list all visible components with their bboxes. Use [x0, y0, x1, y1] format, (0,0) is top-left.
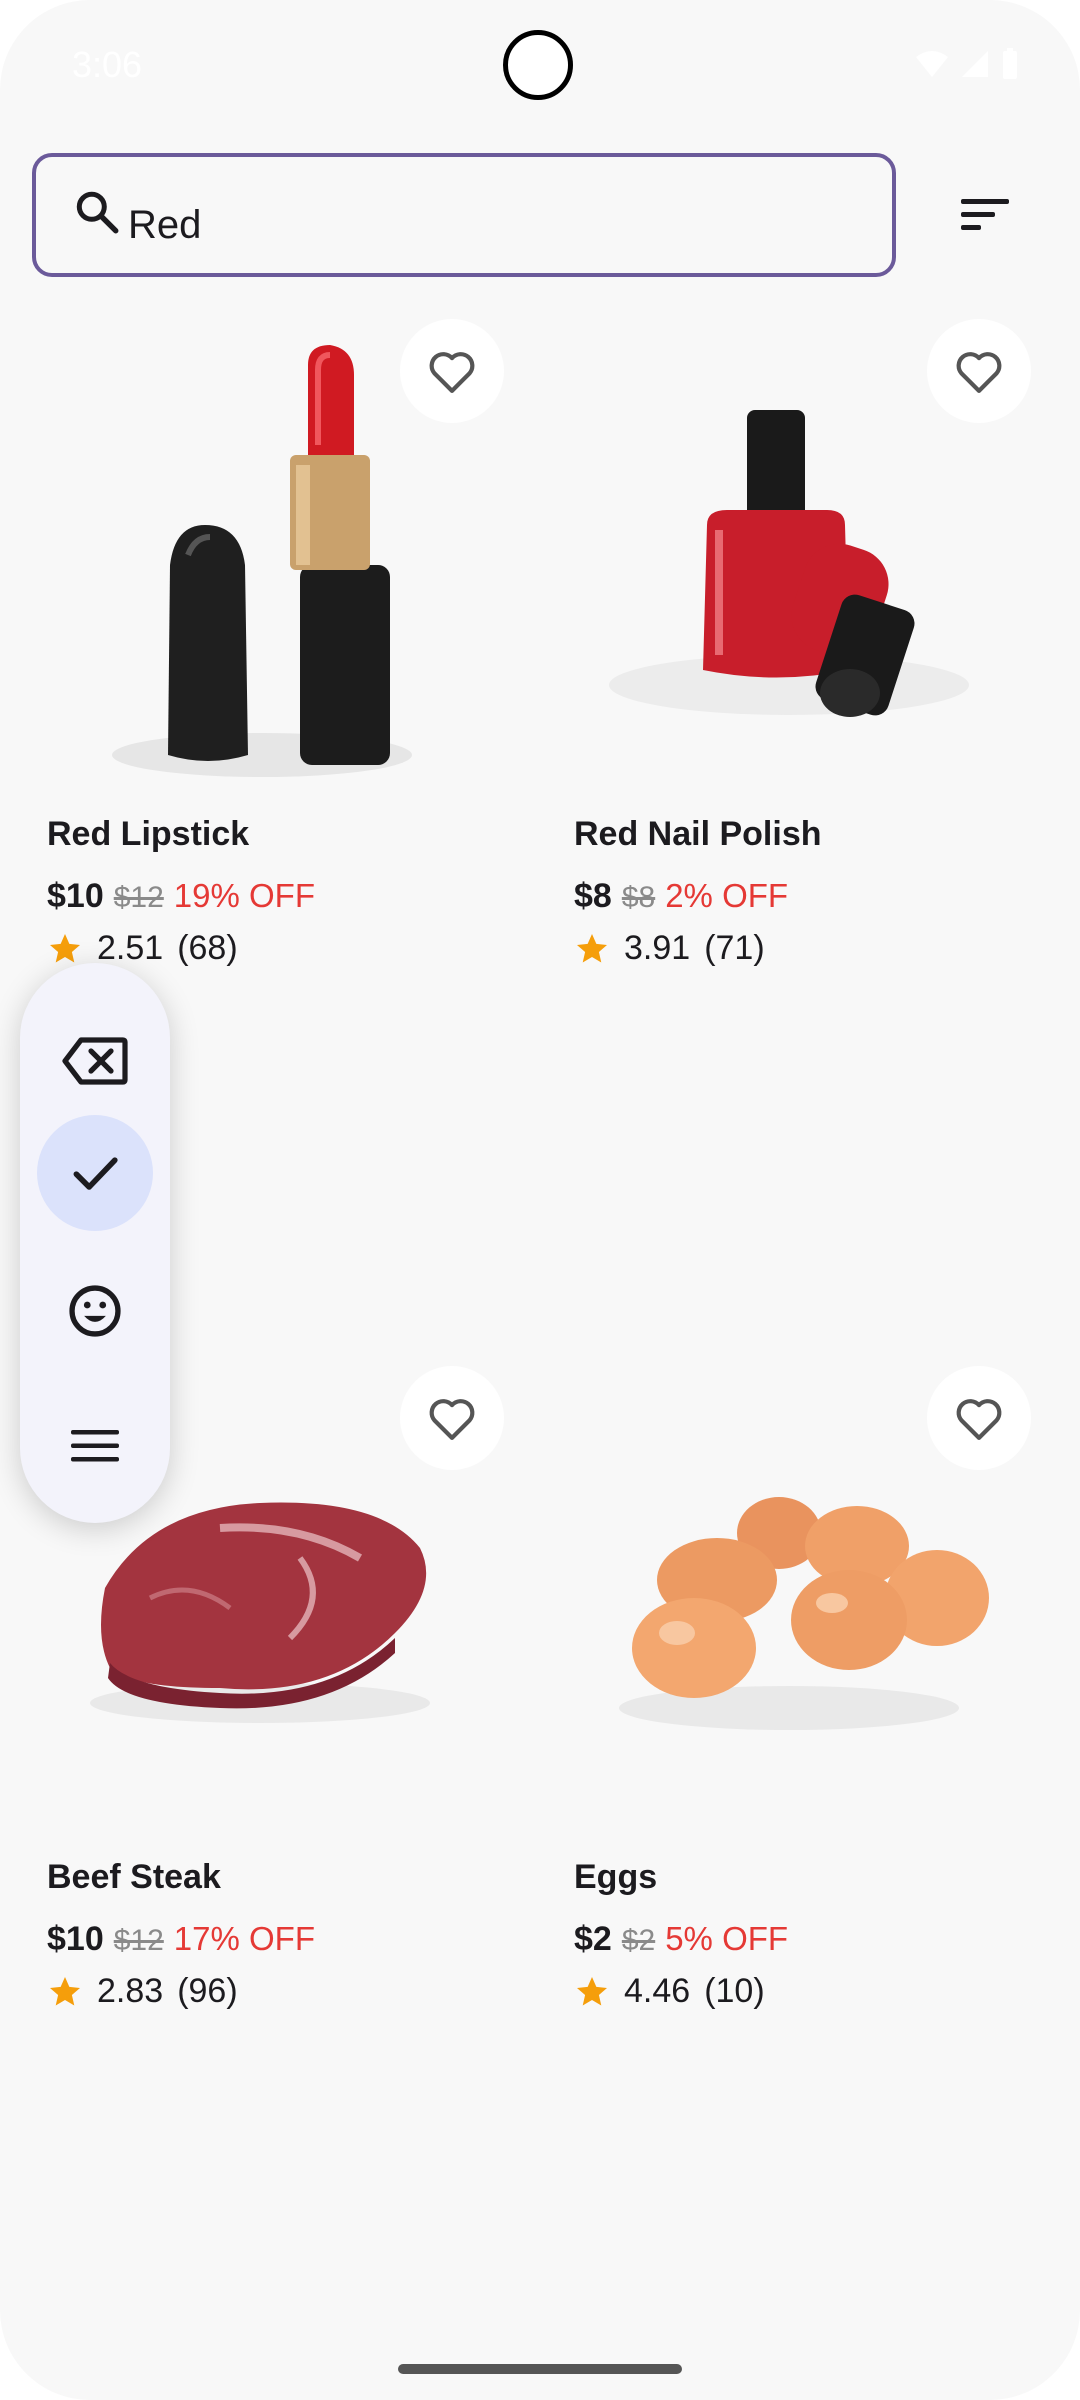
- status-time: 3:06: [72, 44, 143, 85]
- discount-label: 5% OFF: [665, 1920, 789, 1957]
- price-row: $8 $8 2% OFF: [574, 877, 788, 916]
- old-price: $12: [113, 1924, 164, 1957]
- emoji-button[interactable]: [37, 1253, 153, 1369]
- product-name: Red Nail Polish: [574, 815, 822, 853]
- rating-value: 2.83: [97, 1972, 164, 2010]
- product-name: Beef Steak: [47, 1858, 221, 1896]
- old-price: $12: [113, 881, 164, 914]
- review-count: (71): [704, 929, 765, 967]
- sort-icon: [961, 199, 1009, 230]
- rating-row: 4.46 (10): [574, 1972, 765, 2011]
- star-icon: [50, 1976, 80, 2005]
- price: $10: [47, 1920, 104, 1958]
- camera-cutout: [503, 30, 573, 100]
- wifi-icon: [916, 51, 948, 77]
- old-price: $2: [621, 1924, 656, 1957]
- rating-row: 3.91 (71): [574, 929, 765, 968]
- review-count: (68): [177, 929, 238, 967]
- search-input-value: Red: [128, 203, 202, 247]
- status-icons: [914, 48, 1020, 80]
- review-count: (96): [177, 1972, 238, 2010]
- discount-label: 2% OFF: [665, 877, 789, 914]
- heart-icon: [956, 1399, 1002, 1440]
- price: $2: [574, 1920, 612, 1958]
- rating-value: 3.91: [624, 929, 691, 967]
- product-name: Red Lipstick: [47, 815, 250, 853]
- old-price: $8: [621, 881, 656, 914]
- price: $8: [574, 877, 612, 915]
- product-card[interactable]: Red Nail Polish $8 $8 2% OFF 3.91 (71): [527, 315, 1051, 1015]
- heart-icon: [429, 1399, 475, 1440]
- price-row: $10 $12 19% OFF: [47, 877, 315, 916]
- price-row: $10 $12 17% OFF: [47, 1920, 315, 1959]
- check-icon: [73, 1157, 118, 1190]
- star-icon: [50, 933, 80, 962]
- rating-value: 4.46: [624, 1972, 691, 2010]
- favorite-button[interactable]: [927, 1366, 1031, 1470]
- sort-button[interactable]: [950, 180, 1020, 250]
- heart-icon: [956, 352, 1002, 393]
- backspace-button[interactable]: [37, 1003, 153, 1119]
- home-indicator[interactable]: [398, 2364, 682, 2374]
- discount-label: 19% OFF: [173, 877, 315, 914]
- product-card[interactable]: Eggs $2 $2 5% OFF 4.46 (10): [527, 1358, 1051, 2058]
- search-icon: [76, 191, 119, 234]
- review-count: (10): [704, 1972, 765, 2010]
- favorite-button[interactable]: [927, 319, 1031, 423]
- backspace-icon: [62, 1037, 128, 1085]
- menu-button[interactable]: [37, 1388, 153, 1504]
- battery-icon: [1003, 48, 1017, 79]
- discount-label: 17% OFF: [173, 1920, 315, 1957]
- price: $10: [47, 877, 104, 915]
- menu-icon: [71, 1430, 119, 1462]
- floating-keyboard-toolbar: [20, 963, 170, 1523]
- star-icon: [577, 933, 607, 962]
- product-name: Eggs: [574, 1858, 658, 1896]
- done-button[interactable]: [37, 1115, 153, 1231]
- favorite-button[interactable]: [400, 319, 504, 423]
- app-screen: 3:06 Red Red Lipstick $10 $12 19% OFF 2.…: [0, 0, 1080, 2400]
- rating-row: 2.83 (96): [47, 1972, 238, 2011]
- heart-icon: [429, 352, 475, 393]
- product-card[interactable]: Red Lipstick $10 $12 19% OFF 2.51 (68): [0, 315, 524, 1015]
- signal-icon: [962, 51, 988, 77]
- search-input[interactable]: Red: [32, 153, 896, 277]
- price-row: $2 $2 5% OFF: [574, 1920, 788, 1959]
- rating-row: 2.51 (68): [47, 929, 238, 968]
- emoji-icon: [69, 1285, 121, 1337]
- rating-value: 2.51: [97, 929, 164, 967]
- favorite-button[interactable]: [400, 1366, 504, 1470]
- star-icon: [577, 1976, 607, 2005]
